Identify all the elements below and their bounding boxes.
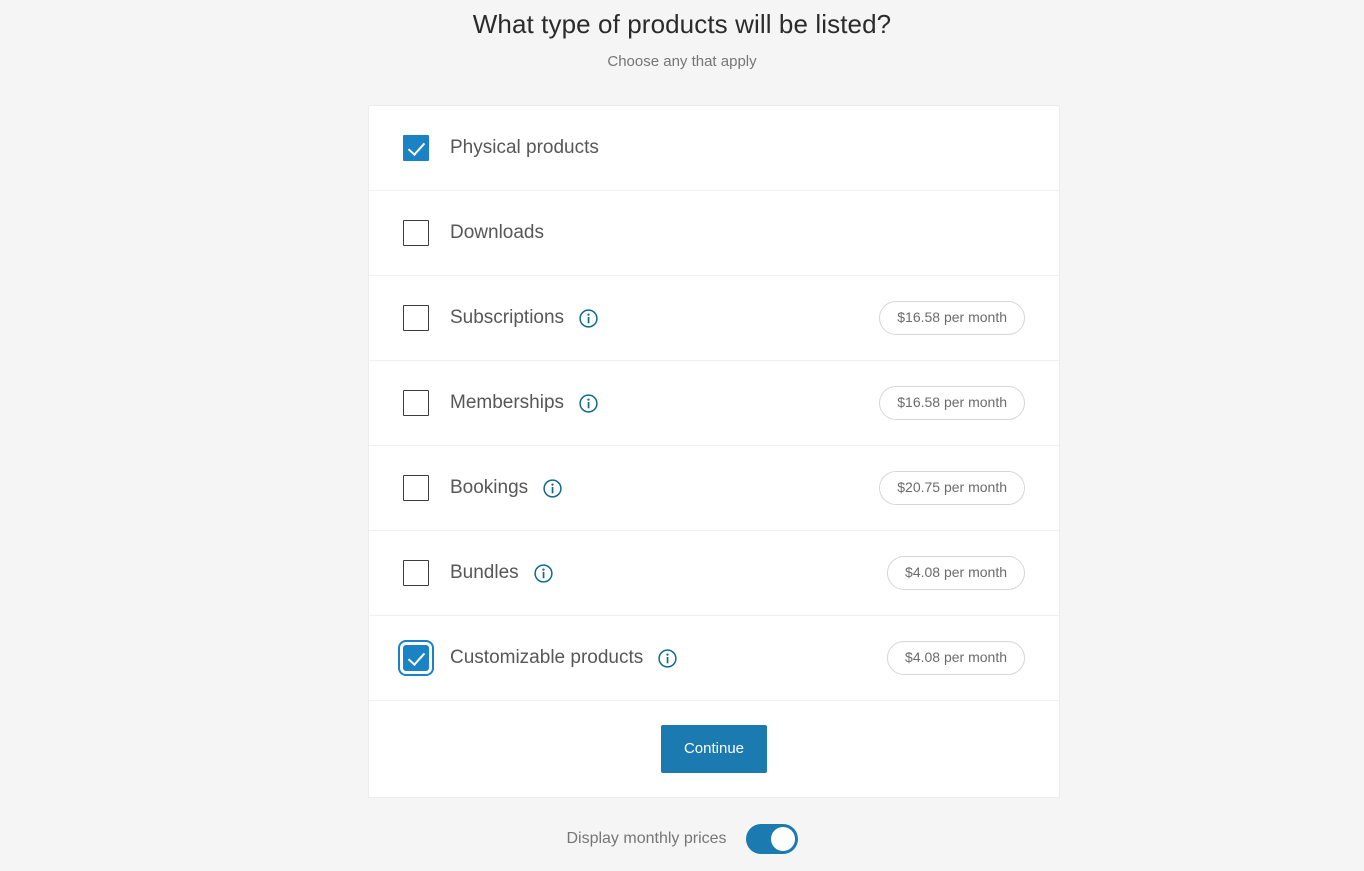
monthly-prices-toggle-row: Display monthly prices: [0, 824, 1364, 854]
monthly-prices-label: Display monthly prices: [566, 828, 726, 850]
option-checkbox[interactable]: [403, 560, 429, 586]
option-left-group: Customizable products: [403, 645, 887, 671]
option-checkbox[interactable]: [403, 220, 429, 246]
option-label: Physical products: [450, 135, 599, 161]
page-header: What type of products will be listed? Ch…: [0, 0, 1364, 73]
product-type-option-row[interactable]: Bookings $20.75 per month: [369, 446, 1059, 531]
option-left-group: Downloads: [403, 220, 1025, 246]
continue-button[interactable]: Continue: [661, 725, 767, 773]
product-type-options-list: Physical products Downloads Subscriptions $…: [369, 106, 1059, 701]
option-left-group: Bookings: [403, 475, 879, 501]
option-label: Bookings: [450, 475, 528, 501]
option-label: Customizable products: [450, 645, 643, 671]
option-checkbox[interactable]: [403, 390, 429, 416]
card-footer: Continue: [369, 701, 1059, 797]
option-label: Memberships: [450, 390, 564, 416]
option-checkbox[interactable]: [403, 475, 429, 501]
product-type-option-row[interactable]: Customizable products $4.08 per month: [369, 616, 1059, 701]
option-price-pill: $20.75 per month: [879, 471, 1025, 505]
option-price-pill: $16.58 per month: [879, 301, 1025, 335]
info-icon[interactable]: [534, 564, 553, 583]
info-icon[interactable]: [579, 309, 598, 328]
product-type-option-row[interactable]: Subscriptions $16.58 per month: [369, 276, 1059, 361]
product-type-selection-page: What type of products will be listed? Ch…: [0, 0, 1364, 871]
option-left-group: Memberships: [403, 390, 879, 416]
option-price-pill: $4.08 per month: [887, 641, 1025, 675]
product-type-card: Physical products Downloads Subscriptions $…: [368, 105, 1060, 798]
option-label: Subscriptions: [450, 305, 564, 331]
display-monthly-prices-toggle[interactable]: [746, 824, 798, 854]
option-left-group: Bundles: [403, 560, 887, 586]
option-label: Bundles: [450, 560, 519, 586]
product-type-option-row[interactable]: Bundles $4.08 per month: [369, 531, 1059, 616]
info-icon[interactable]: [658, 649, 677, 668]
option-price-pill: $16.58 per month: [879, 386, 1025, 420]
option-checkbox[interactable]: [403, 305, 429, 331]
option-left-group: Subscriptions: [403, 305, 879, 331]
page-subtitle: Choose any that apply: [0, 51, 1364, 73]
toggle-knob: [771, 827, 795, 851]
option-checkbox[interactable]: [403, 135, 429, 161]
page-title: What type of products will be listed?: [0, 6, 1364, 42]
product-type-option-row[interactable]: Downloads: [369, 191, 1059, 276]
info-icon[interactable]: [579, 394, 598, 413]
info-icon[interactable]: [543, 479, 562, 498]
option-price-pill: $4.08 per month: [887, 556, 1025, 590]
option-checkbox[interactable]: [403, 645, 429, 671]
option-label: Downloads: [450, 220, 544, 246]
option-left-group: Physical products: [403, 135, 1025, 161]
product-type-option-row[interactable]: Memberships $16.58 per month: [369, 361, 1059, 446]
product-type-option-row[interactable]: Physical products: [369, 106, 1059, 191]
